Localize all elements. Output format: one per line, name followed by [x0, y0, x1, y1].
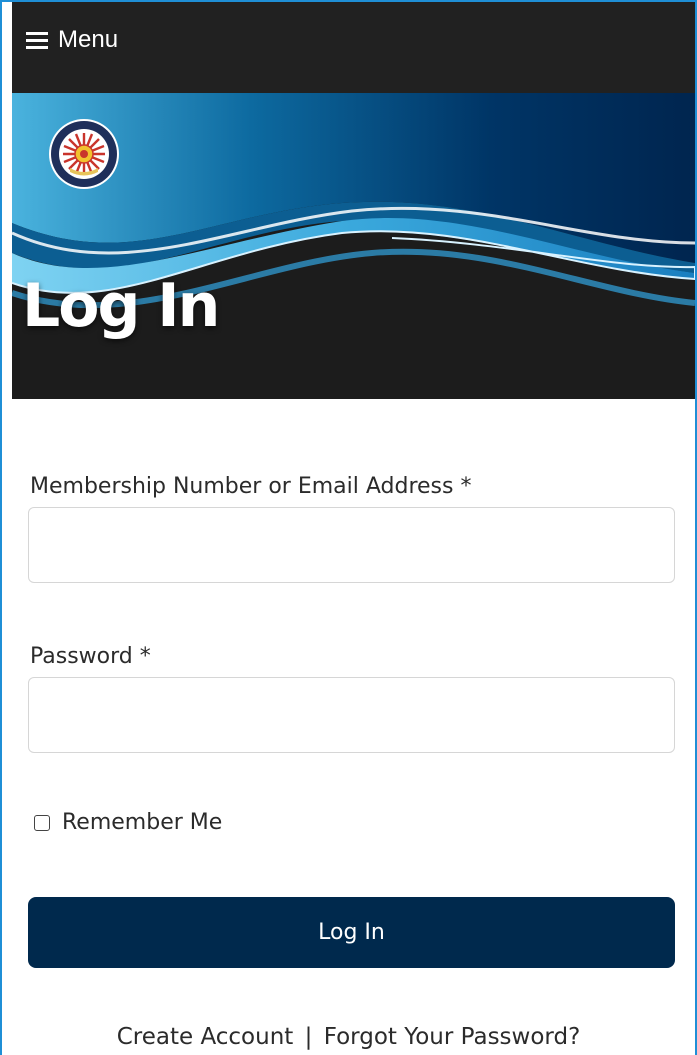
link-separator: |: [304, 1024, 313, 1050]
remember-me-label: Remember Me: [62, 810, 223, 835]
login-button[interactable]: Log In: [28, 897, 675, 968]
page-banner: Log In: [12, 93, 695, 399]
top-nav-bar: Menu: [12, 2, 695, 93]
menu-button[interactable]: Menu: [26, 24, 118, 56]
remember-me-option[interactable]: Remember Me: [34, 810, 222, 835]
create-account-link[interactable]: Create Account: [117, 1024, 294, 1050]
hamburger-icon: [26, 31, 48, 49]
account-links: Create Account | Forgot Your Password?: [0, 1024, 697, 1050]
forgot-password-link[interactable]: Forgot Your Password?: [324, 1024, 581, 1050]
password-input[interactable]: [28, 677, 675, 753]
city-seal-logo: [49, 119, 119, 189]
remember-me-checkbox[interactable]: [34, 814, 50, 831]
page-title: Log In: [22, 271, 220, 341]
identifier-input[interactable]: [28, 507, 675, 583]
menu-label: Menu: [58, 26, 119, 53]
password-label: Password *: [30, 644, 151, 669]
identifier-label: Membership Number or Email Address *: [30, 474, 472, 499]
